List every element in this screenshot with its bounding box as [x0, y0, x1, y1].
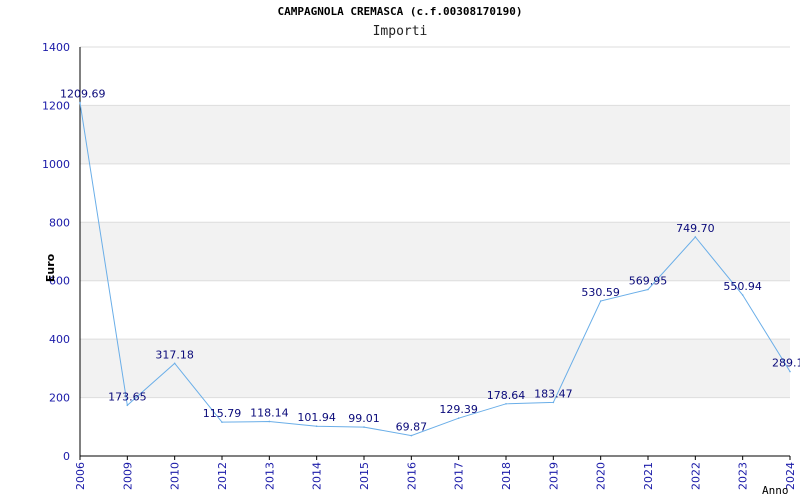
x-tick-label: 2006	[74, 462, 87, 490]
data-label: 289.1	[772, 357, 800, 370]
data-point	[741, 294, 744, 296]
data-label: 69.87	[396, 421, 428, 434]
x-tick-label: 2019	[547, 462, 560, 490]
data-point	[647, 288, 649, 291]
data-point	[694, 236, 697, 238]
data-label: 129.39	[439, 403, 478, 416]
y-tick-label: 1200	[42, 99, 70, 112]
x-tick-label: 2015	[358, 462, 371, 490]
data-point	[410, 434, 413, 437]
data-point	[221, 421, 223, 423]
grid-band	[80, 105, 790, 164]
data-point	[126, 404, 129, 407]
x-tick-label: 2016	[405, 462, 418, 490]
data-point	[79, 101, 81, 104]
data-label: 178.64	[487, 389, 526, 402]
data-label: 1209.69	[60, 88, 106, 101]
x-tick-label: 2022	[689, 462, 702, 490]
data-label: 550.94	[723, 280, 762, 293]
y-tick-label: 0	[63, 450, 70, 463]
x-tick-label: 2017	[453, 462, 466, 490]
data-label: 118.14	[250, 406, 289, 419]
x-tick-labels: 2006 2009 2010 2012 2013 2014 2015 2016 2017 2018…	[74, 456, 797, 490]
data-point	[552, 401, 555, 404]
y-tick-label: 800	[49, 216, 70, 229]
x-tick-label: 2023	[737, 462, 750, 490]
data-label: 530.59	[581, 286, 620, 299]
x-tick-label: 2013	[263, 462, 276, 490]
x-tick-label: 2012	[216, 462, 229, 490]
y-axis-label: Euro	[44, 253, 57, 282]
data-point	[173, 362, 176, 365]
data-point	[457, 417, 460, 419]
x-tick-label: 2010	[169, 462, 182, 490]
x-tick-label: 2020	[595, 462, 608, 490]
x-tick-label: 2014	[311, 462, 324, 490]
line-chart: 0200400600800100012001400 2006 2009 2010 20…	[42, 41, 800, 497]
y-tick-labels: 0200400600800100012001400	[42, 41, 70, 463]
data-label: 317.18	[155, 348, 194, 361]
data-label: 173.65	[108, 390, 147, 403]
data-label: 183.47	[534, 387, 573, 400]
data-point	[505, 403, 507, 405]
data-point	[789, 370, 791, 373]
y-tick-label: 1400	[42, 41, 70, 54]
y-tick-label: 400	[49, 333, 70, 346]
data-label: 115.79	[203, 407, 242, 420]
y-tick-label: 1000	[42, 158, 70, 171]
y-tick-label: 200	[49, 392, 70, 405]
data-label: 101.94	[297, 411, 336, 424]
data-label: 99.01	[348, 412, 380, 425]
data-label: 569.95	[629, 274, 668, 287]
x-tick-label: 2018	[500, 462, 513, 490]
data-point	[599, 300, 602, 302]
x-axis-label: Anno	[762, 484, 789, 497]
data-label: 749.70	[676, 222, 715, 235]
data-point	[315, 425, 318, 428]
data-point	[363, 426, 365, 428]
data-point	[268, 420, 271, 423]
x-tick-label: 2009	[121, 462, 134, 490]
x-tick-label: 2021	[642, 462, 655, 490]
